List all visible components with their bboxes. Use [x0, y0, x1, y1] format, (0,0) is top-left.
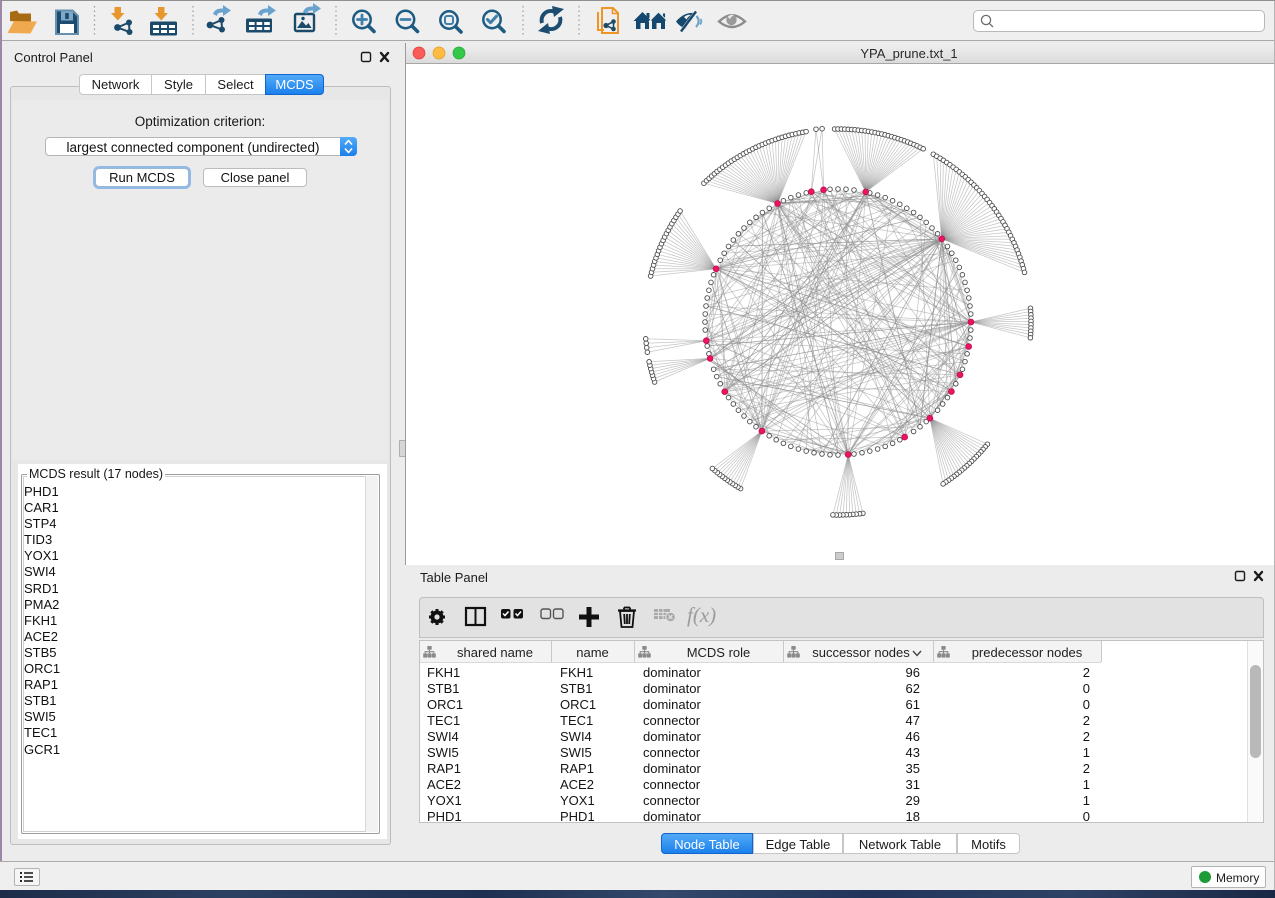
svg-text:f(x): f(x) [687, 603, 716, 627]
